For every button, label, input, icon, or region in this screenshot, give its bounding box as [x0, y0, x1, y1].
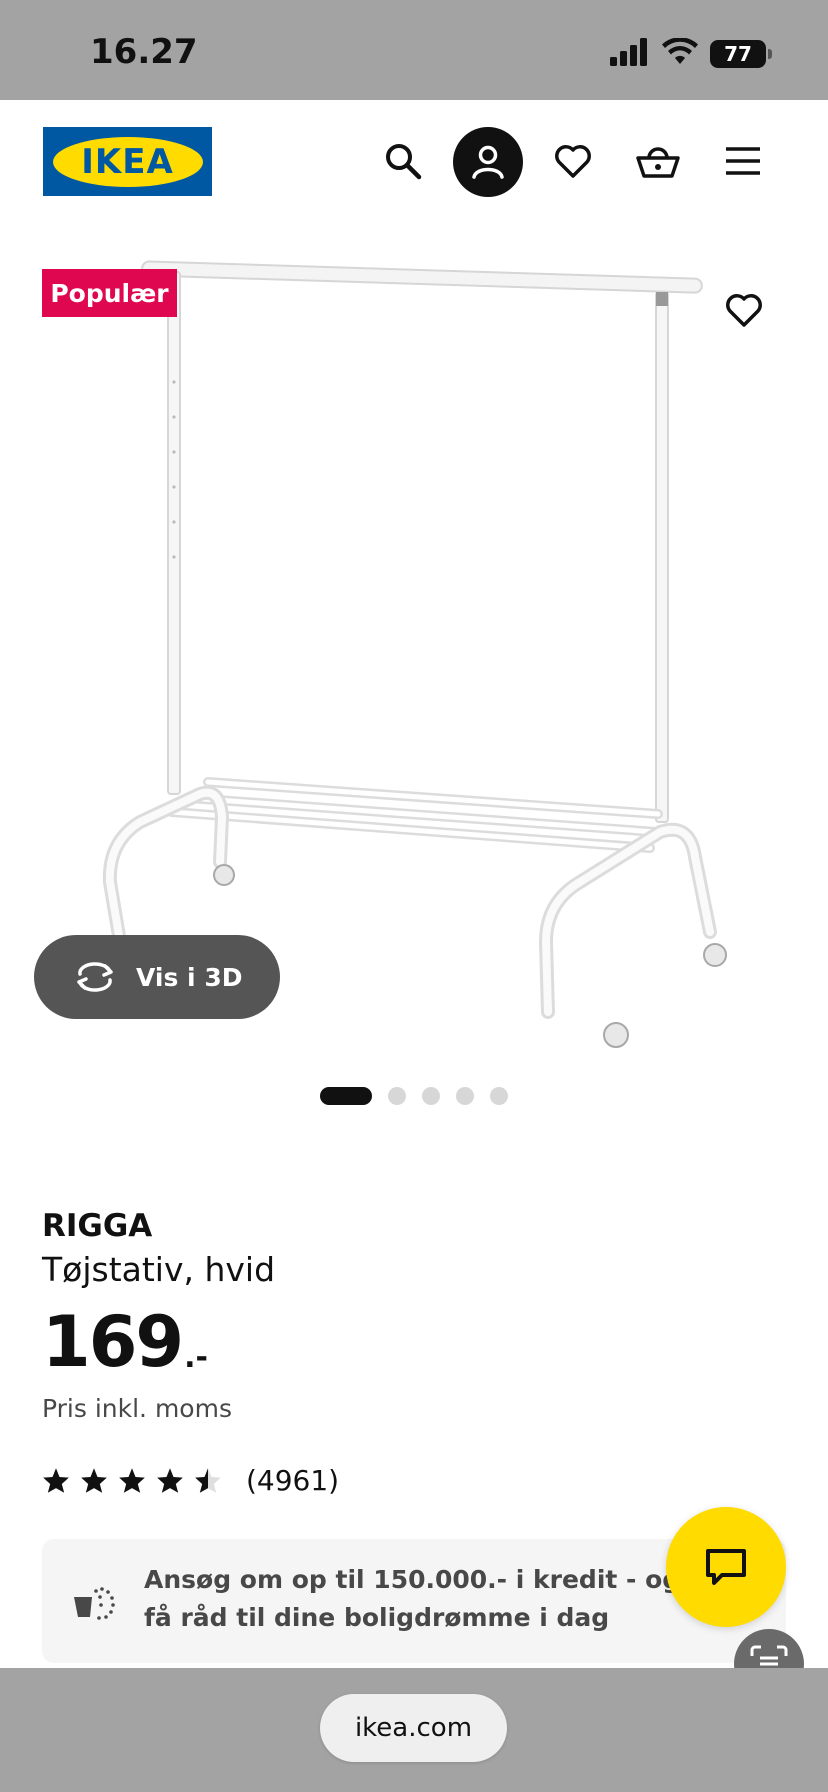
- product-description: Tøjstativ, hvid: [42, 1250, 276, 1289]
- star-icon: [118, 1462, 156, 1498]
- chat-icon: [706, 1549, 746, 1585]
- product-image-carousel[interactable]: Populær Vis i 3D: [0, 222, 828, 1058]
- product-rating[interactable]: (4961): [42, 1462, 339, 1498]
- status-time: 16.27: [90, 32, 198, 72]
- search-icon: [386, 144, 422, 180]
- status-bar: 16.27 77: [0, 0, 828, 100]
- favorites-button[interactable]: [537, 125, 609, 197]
- price-suffix: .-: [184, 1340, 208, 1375]
- save-to-favorites-button[interactable]: [720, 286, 768, 334]
- carousel-dot[interactable]: [422, 1087, 440, 1105]
- carousel-dot[interactable]: [456, 1087, 474, 1105]
- star-icon: [42, 1462, 80, 1498]
- address-bar[interactable]: ikea.com: [320, 1694, 507, 1762]
- star-half-icon: [194, 1462, 232, 1498]
- logo-oval: IKEA: [52, 136, 203, 187]
- menu-icon: [726, 147, 760, 175]
- search-button[interactable]: [367, 125, 439, 197]
- carousel-dot-active[interactable]: [320, 1087, 372, 1105]
- profile-button[interactable]: [453, 127, 523, 197]
- credit-icon: [70, 1583, 116, 1623]
- chat-button[interactable]: [666, 1507, 786, 1627]
- menu-button[interactable]: [707, 125, 779, 197]
- basket-icon: [636, 147, 680, 178]
- battery-tip: [768, 49, 772, 59]
- view-in-3d-label: Vis i 3D: [136, 962, 243, 992]
- rotate-3d-icon: [77, 962, 113, 992]
- logo-text: IKEA: [81, 141, 174, 182]
- product-price: 169 .-: [42, 1302, 208, 1382]
- ikea-logo[interactable]: IKEA: [43, 127, 212, 196]
- browser-toolbar: ikea.com: [0, 1668, 828, 1792]
- product-name: RIGGA: [42, 1208, 153, 1244]
- carousel-indicator: [320, 1087, 508, 1105]
- view-in-3d-button[interactable]: Vis i 3D: [34, 935, 280, 1019]
- wifi-icon: [662, 36, 698, 71]
- star-icon: [80, 1462, 118, 1498]
- price-note: Pris inkl. moms: [42, 1394, 232, 1423]
- heart-icon: [726, 294, 762, 327]
- basket-button[interactable]: [622, 125, 694, 197]
- profile-icon: [472, 145, 504, 179]
- credit-text: Ansøg om op til 150.000.- i kredit - og …: [144, 1565, 681, 1632]
- rating-count[interactable]: (4961): [246, 1464, 339, 1497]
- price-integer: 169: [42, 1301, 184, 1383]
- star-icon: [156, 1462, 194, 1498]
- battery-icon: 77: [710, 40, 766, 68]
- signal-icon: [610, 37, 650, 71]
- popular-badge: Populær: [42, 269, 177, 317]
- status-icons: 77: [610, 36, 772, 71]
- carousel-dot[interactable]: [388, 1087, 406, 1105]
- site-header: IKEA: [0, 100, 828, 222]
- heart-icon: [555, 145, 591, 178]
- carousel-dot[interactable]: [490, 1087, 508, 1105]
